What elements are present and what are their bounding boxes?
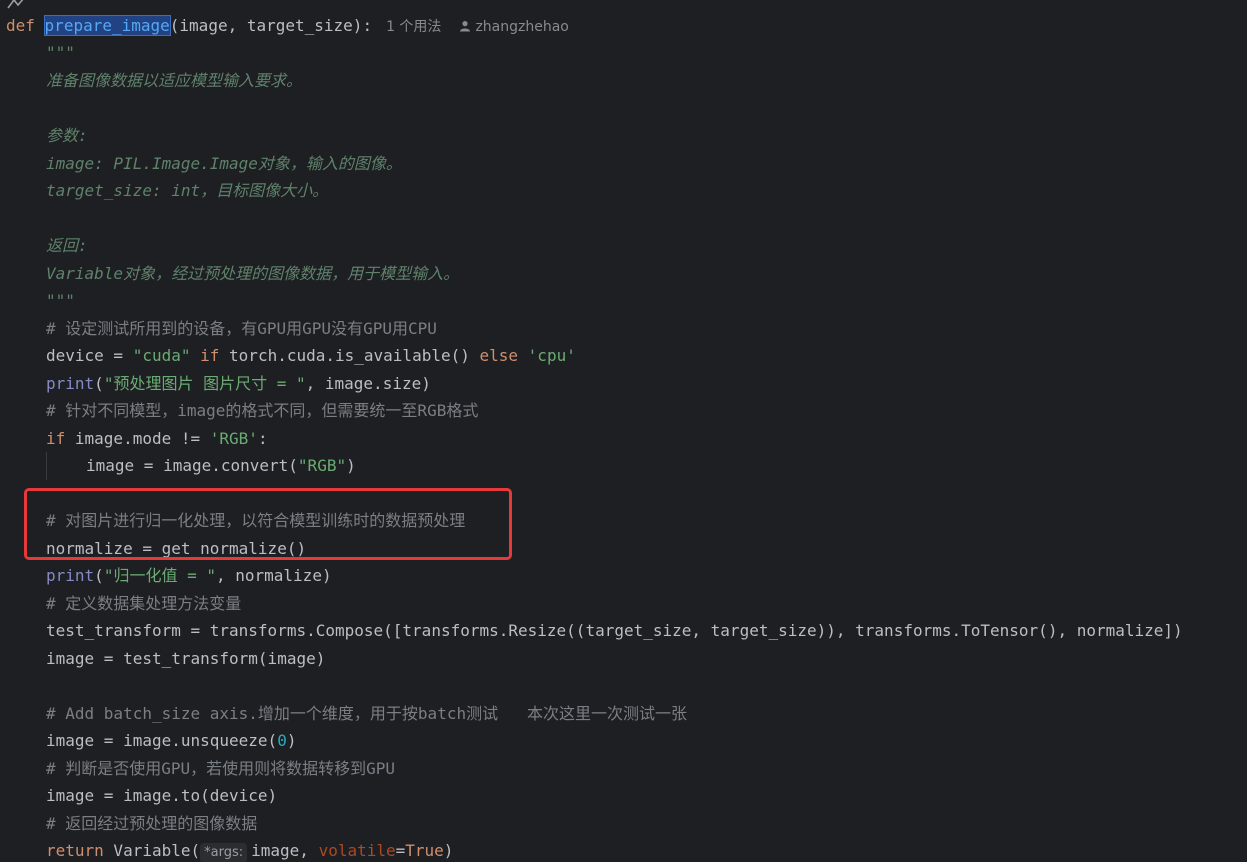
docstring-return: Variable对象，经过预处理的图像数据，用于模型输入。: [46, 264, 460, 283]
return-arg-image: image,: [251, 841, 319, 860]
print-builtin: print: [46, 566, 95, 585]
paren: (: [94, 566, 104, 585]
string-cpu: 'cpu': [527, 346, 576, 365]
parameter-inlay-hint: *args:: [200, 843, 248, 862]
variable-call: Variable(: [103, 841, 201, 860]
code-line-device[interactable]: device = "cuda" if torch.cuda.is_availab…: [0, 342, 576, 369]
comment-return: # 返回经过预处理的图像数据: [46, 814, 258, 833]
code-editor[interactable]: def prepare_image(image, target_size): 1 …: [0, 0, 1247, 862]
string-rgb: 'RGB': [209, 429, 258, 448]
docstring-param-image: image: PIL.Image.Image对象，输入的图像。: [46, 154, 402, 173]
annotation-highlight-box: [24, 488, 512, 560]
number-zero: 0: [277, 731, 287, 750]
code-line-transform[interactable]: test_transform = transforms.Compose([tra…: [0, 617, 1183, 644]
string-rgb-arg: "RGB": [297, 456, 347, 475]
print-args: , image.size): [305, 374, 431, 393]
print-builtin: print: [46, 374, 95, 393]
code-line-apply-transform[interactable]: image = test_transform(image): [0, 645, 325, 672]
code-line-unsqueeze[interactable]: image = image.unsqueeze(0): [0, 727, 296, 754]
print-string: "归一化值 = ": [103, 566, 216, 585]
true-keyword: True: [405, 841, 444, 860]
kwarg-volatile: volatile: [318, 841, 396, 860]
equals: =: [395, 841, 406, 860]
paren: (: [94, 374, 104, 393]
docstring-description: 准备图像数据以适应模型输入要求。: [46, 71, 303, 90]
code-line-if-mode[interactable]: if image.mode != 'RGB':: [0, 425, 268, 452]
string-cuda: "cuda": [132, 346, 191, 365]
device-expr: torch.cuda.is_available(): [219, 346, 480, 365]
docstring-param-target-size: target_size: int，目标图像大小。: [46, 181, 329, 200]
comment-batch: # Add batch_size axis.增加一个维度，用于按batch测试 …: [46, 704, 687, 723]
paren: ): [286, 731, 297, 750]
usage-hint[interactable]: 1 个用法: [386, 19, 441, 35]
return-keyword: return: [46, 841, 104, 860]
convert-call: image = image.convert(: [86, 456, 298, 475]
def-keyword: def: [6, 16, 35, 35]
if-keyword: if: [200, 346, 220, 365]
code-line-def[interactable]: def prepare_image(image, target_size): 1 …: [0, 12, 569, 39]
function-signature: (image, target_size):: [169, 16, 373, 35]
code-line-convert[interactable]: image = image.convert("RGB"): [0, 452, 356, 479]
else-keyword: else: [479, 346, 519, 365]
code-line-return[interactable]: return Variable(*args: image, volatile=Tr…: [0, 837, 453, 862]
docstring-return-label: 返回:: [46, 236, 88, 255]
print-string: "预处理图片 图片尺寸 = ": [103, 374, 306, 393]
print-args: , normalize): [215, 566, 332, 585]
debug-marker-icon[interactable]: [6, 0, 26, 10]
code-line-print-normalize[interactable]: print("归一化值 = ", normalize): [0, 562, 332, 589]
user-icon: [460, 21, 471, 32]
comment-rgb: # 针对不同模型，image的格式不同，但需要统一至RGB格式: [46, 401, 479, 420]
comment-device: # 设定测试所用到的设备，有GPU用GPU没有GPU用CPU: [46, 319, 437, 338]
docstring-close: """: [46, 291, 75, 310]
function-name[interactable]: prepare_image: [43, 15, 171, 36]
author-hint[interactable]: zhangzhehao: [475, 19, 568, 35]
unsqueeze-call: image = image.unsqueeze(: [46, 731, 278, 750]
code-line-to-device[interactable]: image = image.to(device): [0, 782, 277, 809]
comment-transform: # 定义数据集处理方法变量: [46, 594, 242, 613]
if-keyword: if: [46, 429, 66, 448]
paren: ): [443, 841, 454, 860]
code-line-print-size[interactable]: print("预处理图片 图片尺寸 = ", image.size): [0, 370, 431, 397]
docstring-params-label: 参数:: [46, 126, 88, 145]
comment-gpu: # 判断是否使用GPU，若使用则将数据转移到GPU: [46, 759, 396, 778]
colon: :: [257, 429, 268, 448]
docstring-open: """: [46, 43, 75, 62]
paren: ): [346, 456, 356, 475]
device-assign: device =: [46, 346, 133, 365]
if-expr: image.mode !=: [65, 429, 210, 448]
